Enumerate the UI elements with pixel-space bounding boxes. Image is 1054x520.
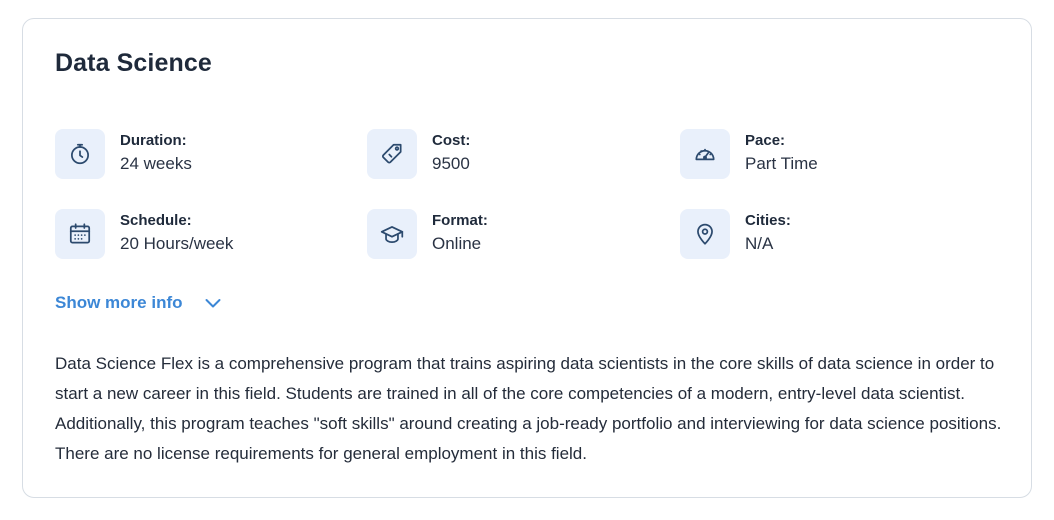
- info-item-cities: Cities: N/A: [680, 209, 980, 261]
- stopwatch-icon: [55, 129, 105, 179]
- speedometer-icon: [680, 129, 730, 179]
- info-label: Duration:: [120, 132, 187, 149]
- info-value: N/A: [745, 234, 774, 253]
- info-label: Pace:: [745, 132, 786, 149]
- info-value: 24 weeks: [120, 154, 192, 173]
- program-card: Data Science Duration: 24 weeks Cost: 95…: [22, 18, 1032, 498]
- info-value: Part Time: [745, 154, 818, 173]
- calendar-icon: [55, 209, 105, 259]
- info-value: Online: [432, 234, 482, 253]
- program-title: Data Science: [55, 49, 212, 77]
- info-label: Cities:: [745, 212, 791, 229]
- map-pin-icon: [680, 209, 730, 259]
- show-more-label: Show more info: [55, 293, 183, 312]
- info-item-pace: Pace: Part Time: [680, 129, 980, 181]
- chevron-down-icon: [203, 293, 223, 313]
- info-value: 9500: [432, 154, 470, 173]
- info-label: Cost:: [432, 132, 471, 149]
- info-item-schedule: Schedule: 20 Hours/week: [55, 209, 355, 261]
- show-more-button[interactable]: Show more info: [55, 293, 223, 313]
- info-value: 20 Hours/week: [120, 234, 234, 253]
- info-label: Schedule:: [120, 212, 192, 229]
- program-info-grid: Duration: 24 weeks Cost: 9500 Pace: Part…: [55, 129, 1015, 261]
- program-description: Data Science Flex is a comprehensive pro…: [55, 354, 1002, 463]
- info-label: Format:: [432, 212, 488, 229]
- info-item-cost: Cost: 9500: [367, 129, 667, 181]
- price-tag-icon: [367, 129, 417, 179]
- info-item-duration: Duration: 24 weeks: [55, 129, 355, 181]
- graduation-cap-icon: [367, 209, 417, 259]
- info-item-format: Format: Online: [367, 209, 667, 261]
